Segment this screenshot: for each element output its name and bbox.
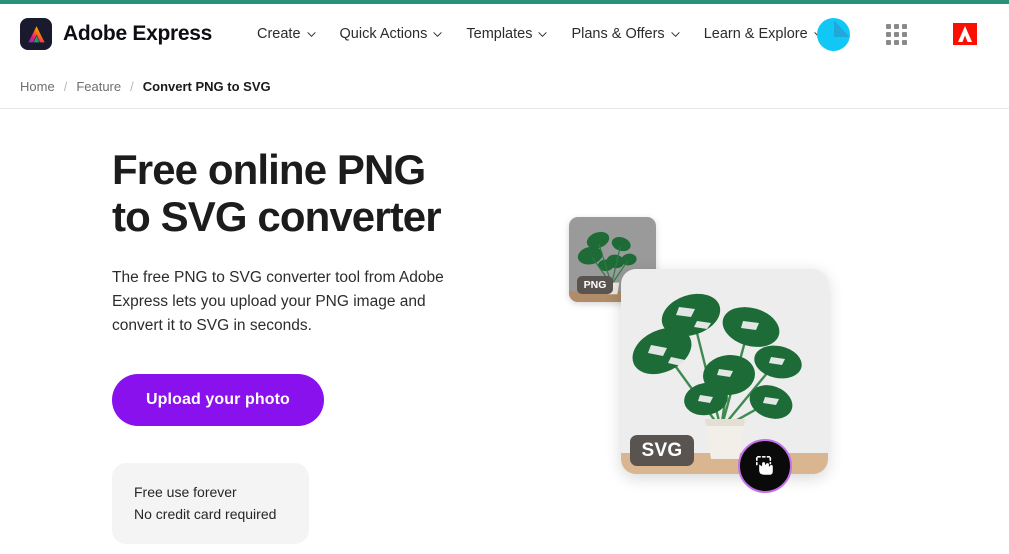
nav-label: Plans & Offers <box>571 26 665 42</box>
chevron-down-icon <box>671 30 680 39</box>
grid-dot <box>901 31 907 37</box>
primary-navigation: Create Quick Actions Templates Plans & O… <box>245 20 835 48</box>
breadcrumb-separator: / <box>63 78 68 94</box>
nav-label: Templates <box>466 26 533 42</box>
grid-dot <box>893 23 899 29</box>
svg-badge: SVG <box>630 435 694 466</box>
site-header: Adobe Express Create Quick Actions Templ… <box>0 4 1009 64</box>
brand-home-link[interactable]: Adobe Express <box>20 18 212 50</box>
page-title: Free online PNG to SVG converter <box>112 146 512 241</box>
hero-section: Free online PNG to SVG converter The fre… <box>0 109 1009 554</box>
hero-description: The free PNG to SVG converter tool from … <box>112 268 444 334</box>
nav-label: Create <box>257 26 301 42</box>
nav-item-templates[interactable]: Templates <box>454 20 559 48</box>
chevron-down-icon <box>433 30 442 39</box>
select-cursor-icon-button[interactable] <box>738 439 792 493</box>
free-use-note: Free use forever No credit card required <box>112 462 309 545</box>
nav-label: Learn & Explore <box>703 26 808 42</box>
breadcrumb-item-current: Convert PNG to SVG <box>142 78 271 94</box>
free-use-line-1: Free use forever <box>134 483 237 500</box>
grid-dot <box>893 31 899 37</box>
select-cursor-icon <box>755 455 774 476</box>
png-badge: PNG <box>577 276 613 294</box>
breadcrumb-item-feature[interactable]: Feature <box>76 79 121 94</box>
app-switcher-grid-icon[interactable] <box>879 17 913 51</box>
hero-copy: Free online PNG to SVG converter The fre… <box>112 146 512 545</box>
breadcrumb: Home / Feature / Convert PNG to SVG <box>20 79 271 94</box>
nav-item-learn-explore[interactable]: Learn & Explore <box>692 20 835 48</box>
svg-result-card: SVG <box>621 269 828 474</box>
nav-item-plans-offers[interactable]: Plans & Offers <box>559 20 691 48</box>
chevron-down-icon <box>538 30 548 39</box>
hero-illustration: PNG SVG <box>560 209 860 499</box>
breadcrumb-bar: Home / Feature / Convert PNG to SVG <box>0 64 1009 109</box>
brand-name-label: Adobe Express <box>63 22 212 45</box>
page-title-line-2: to SVG converter <box>112 193 442 241</box>
free-use-line-2: No credit card required <box>134 505 277 522</box>
upload-your-photo-button[interactable]: Upload your photo <box>112 373 324 426</box>
grid-dot <box>901 23 907 29</box>
grid-dot <box>901 39 907 45</box>
breadcrumb-item-home[interactable]: Home <box>20 79 55 94</box>
grid-dot <box>885 39 891 45</box>
header-actions <box>817 4 1009 64</box>
breadcrumb-separator: / <box>130 78 134 94</box>
page-root: Adobe Express Create Quick Actions Templ… <box>0 0 1009 554</box>
nav-item-create[interactable]: Create <box>245 20 328 48</box>
nav-item-quick-actions[interactable]: Quick Actions <box>328 20 455 48</box>
nav-label: Quick Actions <box>339 26 428 42</box>
page-title-line-1: Free online PNG <box>112 146 426 193</box>
user-avatar-icon[interactable] <box>817 17 850 51</box>
grid-dot <box>893 39 899 45</box>
grid-dot <box>885 31 891 37</box>
grid-dot <box>885 23 891 29</box>
adobe-express-logo-icon <box>20 18 52 50</box>
adobe-logo-icon[interactable] <box>948 17 982 51</box>
chevron-down-icon <box>306 30 316 39</box>
